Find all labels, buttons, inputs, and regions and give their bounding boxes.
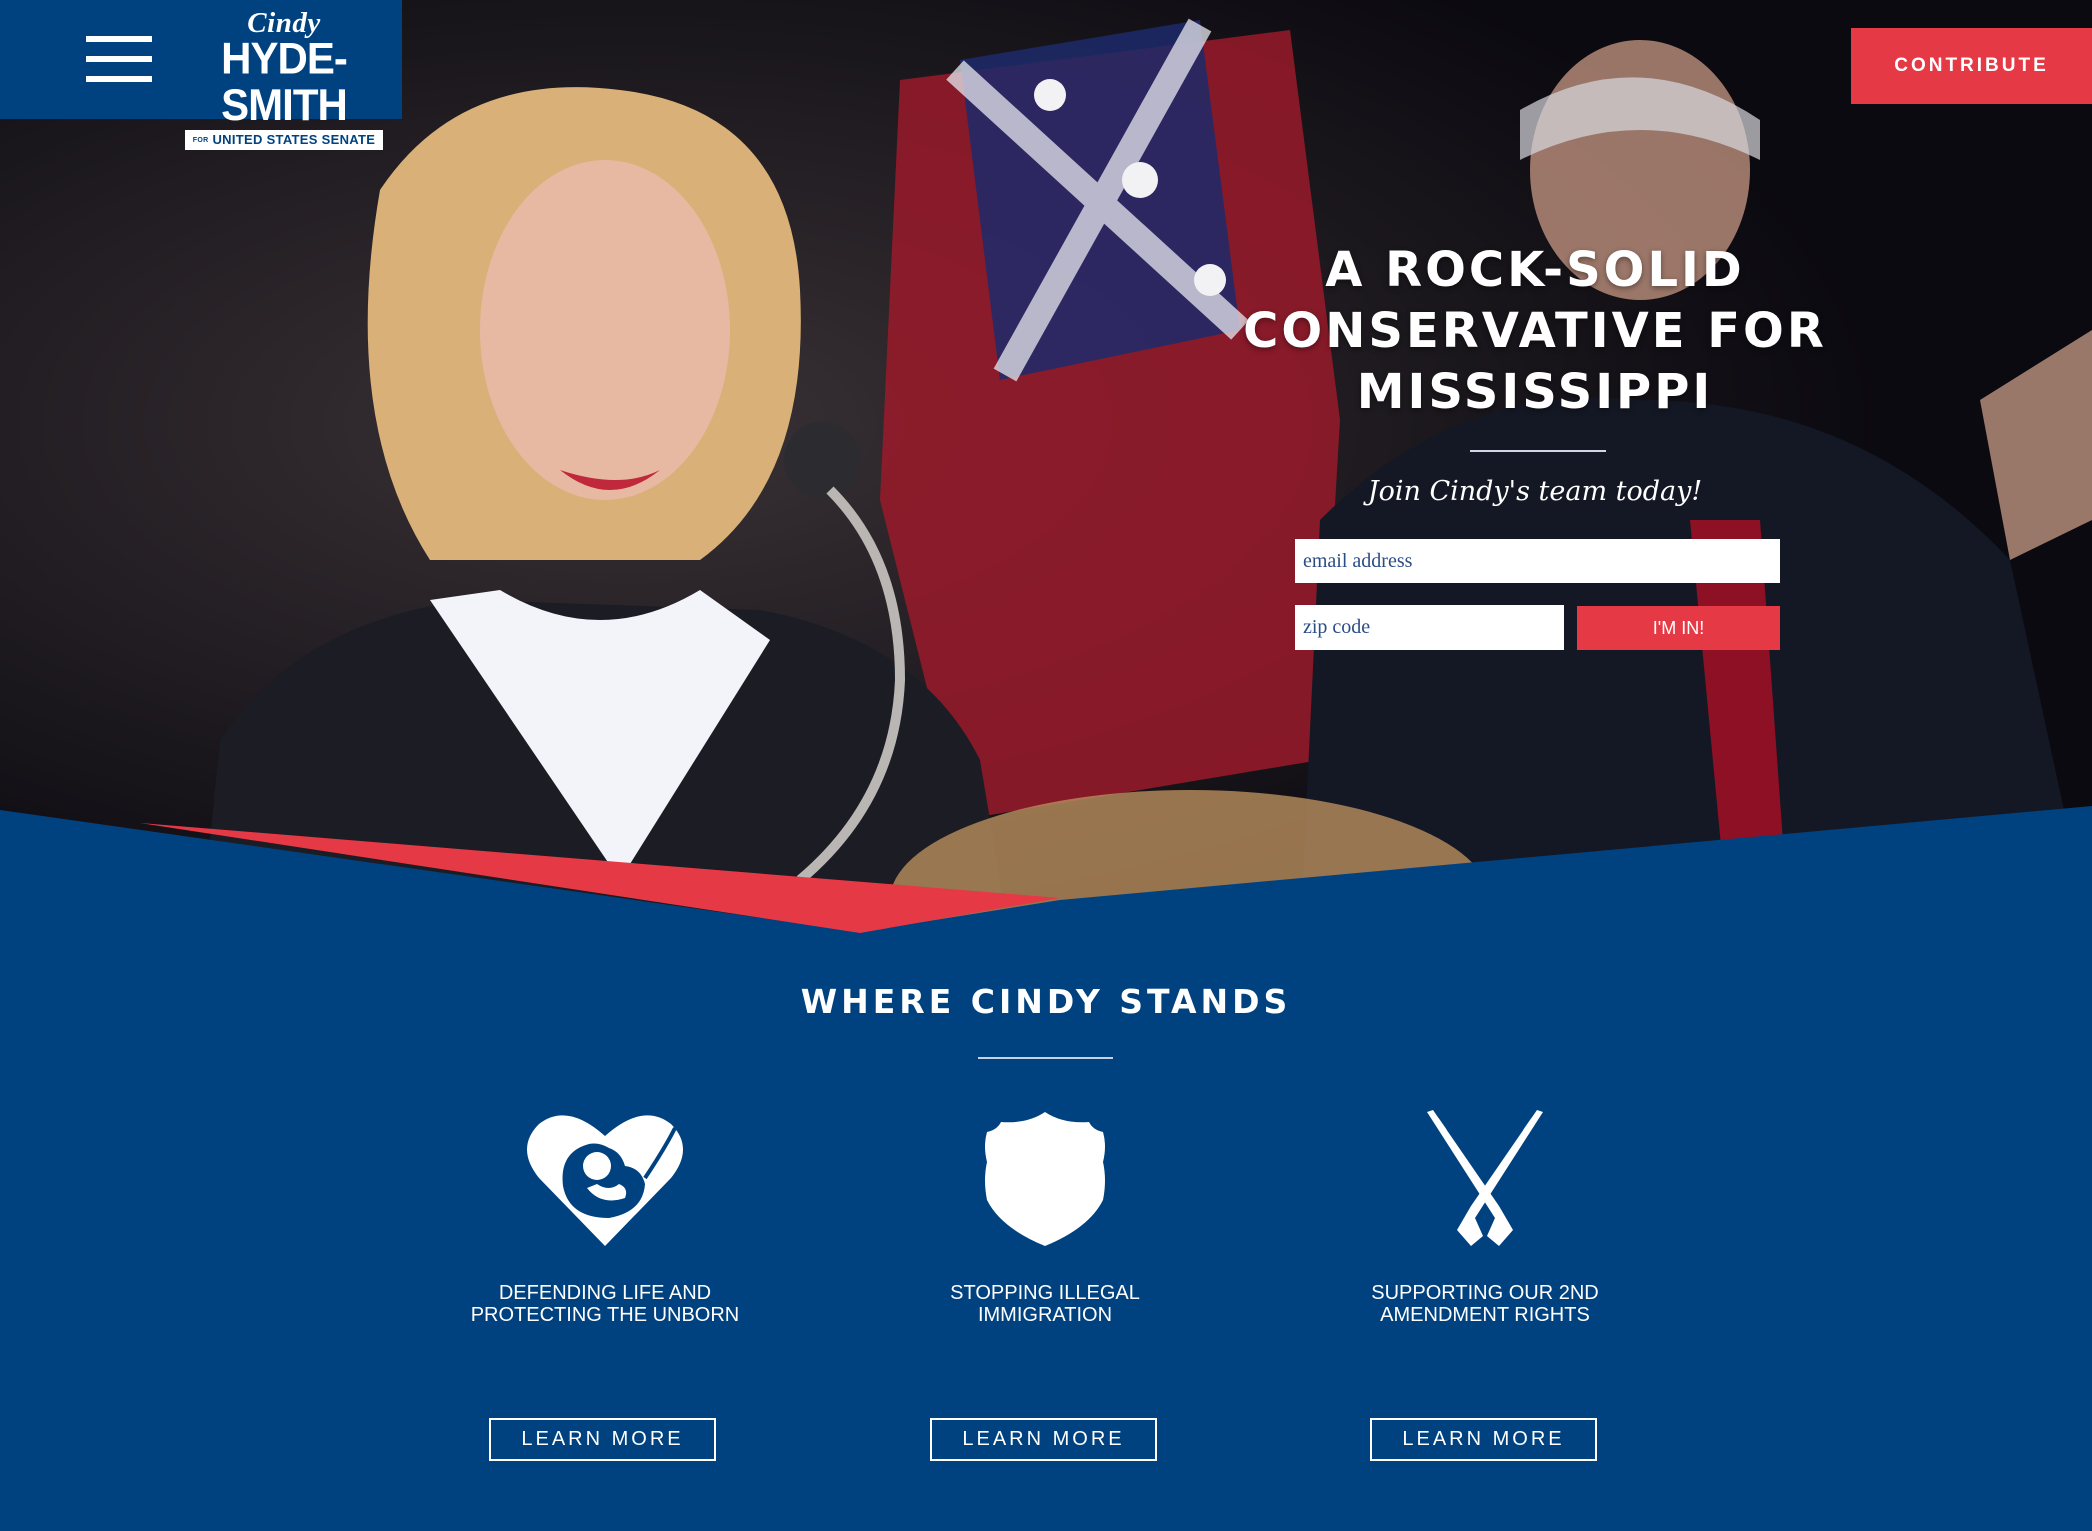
hamburger-menu-icon[interactable] bbox=[86, 36, 152, 82]
issue-label: STOPPING ILLEGAL IMMIGRATION bbox=[950, 1282, 1140, 1326]
email-field[interactable] bbox=[1295, 539, 1780, 583]
join-subheading: Join Cindy's team today! bbox=[1367, 476, 1703, 507]
header-brand: Cindy HYDE-SMITH FOR UNITED STATES SENATE bbox=[0, 0, 402, 151]
issues-title: WHERE CINDY STANDS bbox=[800, 982, 1292, 1021]
issue-second-amendment: SUPPORTING OUR 2ND AMENDMENT RIGHTS bbox=[1325, 1108, 1645, 1326]
logo-tagline: FOR UNITED STATES SENATE bbox=[184, 130, 384, 151]
learn-more-life-button[interactable]: LEARN MORE bbox=[489, 1418, 716, 1461]
shield-icon bbox=[985, 1112, 1105, 1246]
learn-more-immigration-button[interactable]: LEARN MORE bbox=[930, 1418, 1157, 1461]
issue-label: SUPPORTING OUR 2ND AMENDMENT RIGHTS bbox=[1371, 1282, 1599, 1326]
headline-divider bbox=[1470, 450, 1606, 452]
issue-immigration: STOPPING ILLEGAL IMMIGRATION bbox=[885, 1108, 1205, 1326]
signup-submit-button[interactable]: I'M IN! bbox=[1577, 606, 1780, 650]
issue-life: DEFENDING LIFE AND PROTECTING THE UNBORN bbox=[445, 1108, 765, 1326]
crossed-rifles-icon bbox=[1427, 1110, 1543, 1246]
zip-code-field[interactable] bbox=[1295, 605, 1564, 650]
logo-last-name: HYDE-SMITH bbox=[221, 33, 348, 130]
issues-divider bbox=[978, 1057, 1113, 1059]
contribute-button[interactable]: CONTRIBUTE bbox=[1851, 28, 2092, 104]
heart-unborn-icon bbox=[527, 1115, 683, 1246]
site-logo[interactable]: Cindy HYDE-SMITH FOR UNITED STATES SENATE bbox=[178, 8, 390, 151]
issue-label: DEFENDING LIFE AND PROTECTING THE UNBORN bbox=[470, 1282, 740, 1326]
learn-more-second-amendment-button[interactable]: LEARN MORE bbox=[1370, 1418, 1597, 1461]
hero-headline: A ROCK-SOLID CONSERVATIVE FOR MISSISSIPP… bbox=[1243, 242, 1827, 420]
